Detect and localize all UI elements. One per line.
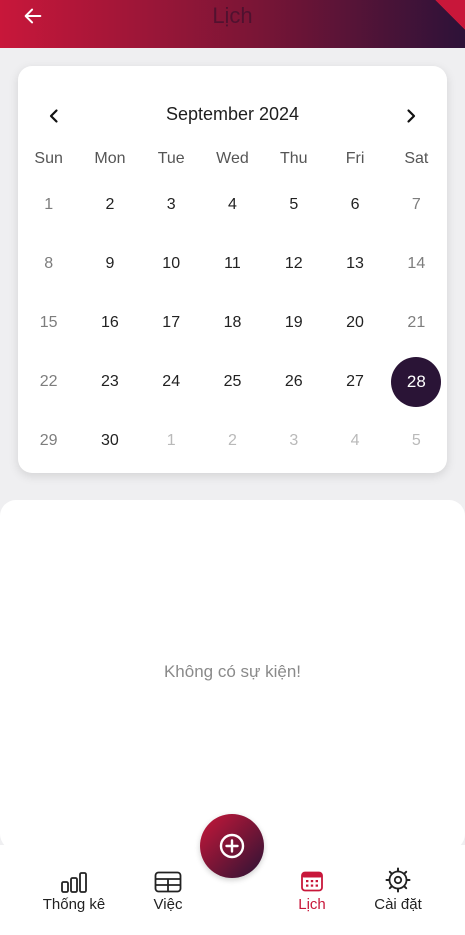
day-number[interactable]: 8 <box>24 239 74 289</box>
calendar-card: September 2024 Sun Mon Tue Wed Thu Fri S… <box>18 66 447 473</box>
settings-icon <box>385 867 411 893</box>
day-number[interactable]: 5 <box>391 416 441 466</box>
day-number[interactable]: 2 <box>207 416 257 466</box>
day-cell-next-month[interactable]: 2 <box>202 428 263 487</box>
day-cell-next-month[interactable]: 4 <box>324 428 385 487</box>
day-number[interactable]: 23 <box>85 357 135 407</box>
day-number[interactable]: 4 <box>207 180 257 230</box>
calendar-grid: Sun Mon Tue Wed Thu Fri Sat 1 2 3 4 5 6 … <box>18 150 447 487</box>
day-number[interactable]: 12 <box>269 239 319 289</box>
day-number[interactable]: 4 <box>330 416 380 466</box>
nav-item-settings[interactable]: Cài đặt <box>353 865 443 913</box>
page-title: Lịch <box>212 3 253 28</box>
day-cell-next-month[interactable]: 5 <box>386 428 447 487</box>
day-number[interactable]: 27 <box>330 357 380 407</box>
day-number[interactable]: 21 <box>391 298 441 348</box>
weekday-sun: Sun <box>34 150 63 167</box>
day-number[interactable]: 24 <box>146 357 196 407</box>
weekday-wed: Wed <box>216 150 249 167</box>
day-number[interactable]: 1 <box>146 416 196 466</box>
day-cell-next-month[interactable]: 3 <box>263 428 324 487</box>
nav-item-tasks[interactable]: Việc <box>123 865 213 913</box>
nav-item-statistics[interactable]: Thống kê <box>29 865 119 913</box>
day-number[interactable]: 29 <box>24 416 74 466</box>
day-cell[interactable]: 30 <box>79 428 140 487</box>
nav-label: Lịch <box>298 896 326 913</box>
selected-day-number[interactable]: 28 <box>391 357 442 407</box>
week-row: 29 30 1 2 3 4 5 <box>18 428 447 487</box>
weekday-thu: Thu <box>279 150 308 167</box>
day-cell-next-month[interactable]: 1 <box>141 428 202 487</box>
nav-label: Thống kê <box>42 896 106 913</box>
day-number[interactable]: 11 <box>207 239 257 289</box>
day-number[interactable]: 18 <box>207 298 257 348</box>
weekday-row: Sun Mon Tue Wed Thu Fri Sat <box>18 150 447 172</box>
day-number[interactable]: 20 <box>330 298 380 348</box>
day-number[interactable]: 9 <box>85 239 135 289</box>
day-number[interactable]: 17 <box>146 298 196 348</box>
empty-events-message: Không có sự kiện! <box>163 662 302 681</box>
add-circle-icon <box>219 833 245 859</box>
day-number[interactable]: 19 <box>269 298 319 348</box>
day-number[interactable]: 14 <box>391 239 441 289</box>
calendar-icon <box>301 871 323 892</box>
day-number[interactable]: 7 <box>391 180 441 230</box>
day-number[interactable]: 30 <box>85 416 135 466</box>
calendar-header: September 2024 <box>18 94 447 134</box>
day-number[interactable]: 6 <box>330 180 380 230</box>
day-number[interactable]: 25 <box>207 357 257 407</box>
day-number[interactable]: 1 <box>24 180 74 230</box>
app-bar: Lịch <box>0 0 465 48</box>
bar-chart-icon <box>61 872 87 893</box>
day-number[interactable]: 2 <box>85 180 135 230</box>
day-number[interactable]: 22 <box>24 357 74 407</box>
day-number[interactable]: 3 <box>269 416 319 466</box>
month-label: September 2024 <box>165 104 300 124</box>
day-number[interactable]: 16 <box>85 298 135 348</box>
weekday-fri: Fri <box>345 150 365 167</box>
nav-label: Cài đặt <box>374 896 422 913</box>
events-panel: Không có sự kiện! <box>0 500 465 850</box>
weekday-sat: Sat <box>404 150 429 167</box>
day-number[interactable]: 15 <box>24 298 74 348</box>
day-number[interactable]: 3 <box>146 180 196 230</box>
weekday-mon: Mon <box>94 150 126 167</box>
weekday-tue: Tue <box>157 150 185 167</box>
add-event-button[interactable] <box>200 814 264 878</box>
day-number[interactable]: 13 <box>330 239 380 289</box>
day-number[interactable]: 10 <box>146 239 196 289</box>
day-number[interactable]: 5 <box>269 180 319 230</box>
chevron-right-icon <box>407 109 416 123</box>
next-month-button[interactable] <box>397 102 425 130</box>
nav-label: Việc <box>153 896 183 913</box>
day-number[interactable]: 26 <box>269 357 319 407</box>
corner-decoration <box>435 0 465 30</box>
table-icon <box>154 871 182 893</box>
nav-item-calendar[interactable]: Lịch <box>267 865 357 913</box>
day-cell[interactable]: 29 <box>18 428 79 487</box>
